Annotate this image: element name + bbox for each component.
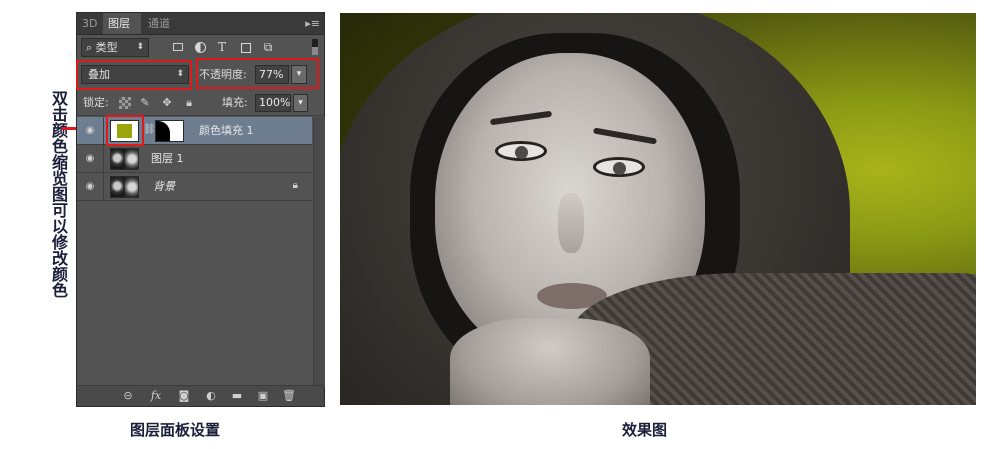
panel-tabs: 3D 图层 通道 ▸≡ (77, 13, 324, 35)
layer-thumbnail[interactable] (110, 176, 125, 198)
pixel-filter-icon[interactable] (173, 43, 183, 51)
fill-label: 填充: (222, 96, 248, 109)
tab-layers[interactable]: 图层 (103, 13, 141, 34)
blend-mode-highlight (76, 60, 192, 90)
panel-menu-icon[interactable]: ▸≡ (305, 13, 320, 34)
fx-icon[interactable]: fx (149, 389, 163, 403)
layer-thumbnail-right[interactable] (125, 176, 139, 198)
trash-icon[interactable]: 🗑︎ (282, 389, 296, 403)
layer-thumbnail[interactable] (110, 148, 125, 170)
lock-brush-icon[interactable]: ✎ (139, 97, 151, 109)
lock-transparent-icon[interactable] (119, 97, 131, 109)
instruction-note: 双击颜色缩览图可以修改颜色 (49, 90, 68, 298)
lock-icon: 🔒︎ (292, 180, 298, 191)
layers-list: ◉ ⛓ 颜色填充 1 ◉ 图层 1 ◉ 背景 🔒︎ (77, 117, 325, 387)
nose (558, 193, 584, 253)
mask-silhouette (156, 121, 170, 141)
visibility-eye-icon[interactable]: ◉ (83, 180, 97, 194)
lock-row: 锁定: ✎ ✥ 🔒︎ 填充: 100% ▾ (77, 91, 324, 116)
add-mask-icon[interactable]: ◙ (177, 389, 191, 403)
divider (103, 173, 104, 201)
adjustment-layer-icon[interactable]: ◐ (204, 389, 218, 403)
color-thumbnail-highlight (106, 115, 144, 146)
right-brow (592, 127, 658, 145)
lock-label: 锁定: (83, 96, 109, 109)
shape-filter-icon[interactable] (241, 43, 251, 53)
divider (103, 117, 104, 145)
lock-move-icon[interactable]: ✥ (161, 97, 173, 109)
fill-input[interactable]: 100% (255, 94, 291, 112)
layers-panel: 3D 图层 通道 ▸≡ ⌕ 类型 ⬍ T ⧉ 叠加 ⬍ 不透明度: 77% ▾ … (76, 12, 325, 407)
layers-scrollbar[interactable] (313, 117, 325, 387)
layer-thumbnail-right[interactable] (125, 148, 139, 170)
link-layers-icon[interactable]: ⊝ (121, 389, 135, 403)
filter-kind-label: 类型 (95, 41, 118, 54)
adjustment-filter-icon[interactable] (195, 42, 206, 53)
tab-channels[interactable]: 通道 (143, 13, 181, 34)
left-eye (495, 141, 547, 161)
panel-bottom-bar: ⊝ fx ◙ ◐ ▬ ▣ 🗑︎ (77, 385, 324, 406)
right-eye (593, 157, 645, 177)
left-brow (489, 110, 553, 126)
search-icon: ⌕ (86, 41, 93, 54)
callout-line (62, 127, 76, 130)
layer-mask-thumbnail[interactable] (155, 120, 184, 142)
type-filter-icon[interactable]: T (215, 40, 229, 54)
smart-object-filter-icon[interactable]: ⧉ (261, 40, 275, 54)
layer-row-background[interactable]: ◉ 背景 🔒︎ (77, 173, 312, 201)
new-layer-icon[interactable]: ▣ (256, 389, 270, 403)
layer-name: 图层 1 (151, 152, 184, 165)
visibility-eye-icon[interactable]: ◉ (83, 124, 97, 138)
tab-3d[interactable]: 3D (77, 13, 101, 34)
caption-result: 效果图 (622, 421, 668, 439)
opacity-highlight (196, 58, 319, 89)
chevron-updown-icon: ⬍ (136, 42, 144, 52)
result-image (340, 13, 976, 405)
link-icon[interactable]: ⛓ (143, 124, 156, 135)
filter-kind-select[interactable]: ⌕ 类型 ⬍ (81, 38, 149, 57)
divider (103, 145, 104, 173)
lock-all-icon[interactable]: 🔒︎ (183, 97, 195, 109)
folder-icon[interactable]: ▬ (230, 389, 244, 403)
fill-dropdown-button[interactable]: ▾ (293, 94, 308, 112)
layer-name: 颜色填充 1 (199, 124, 254, 137)
visibility-eye-icon[interactable]: ◉ (83, 152, 97, 166)
layer-name: 背景 (153, 180, 175, 193)
filter-toggle[interactable] (312, 39, 318, 55)
hands (450, 318, 650, 405)
layer-row-layer1[interactable]: ◉ 图层 1 (77, 145, 312, 173)
caption-panel-settings: 图层面板设置 (130, 421, 221, 439)
